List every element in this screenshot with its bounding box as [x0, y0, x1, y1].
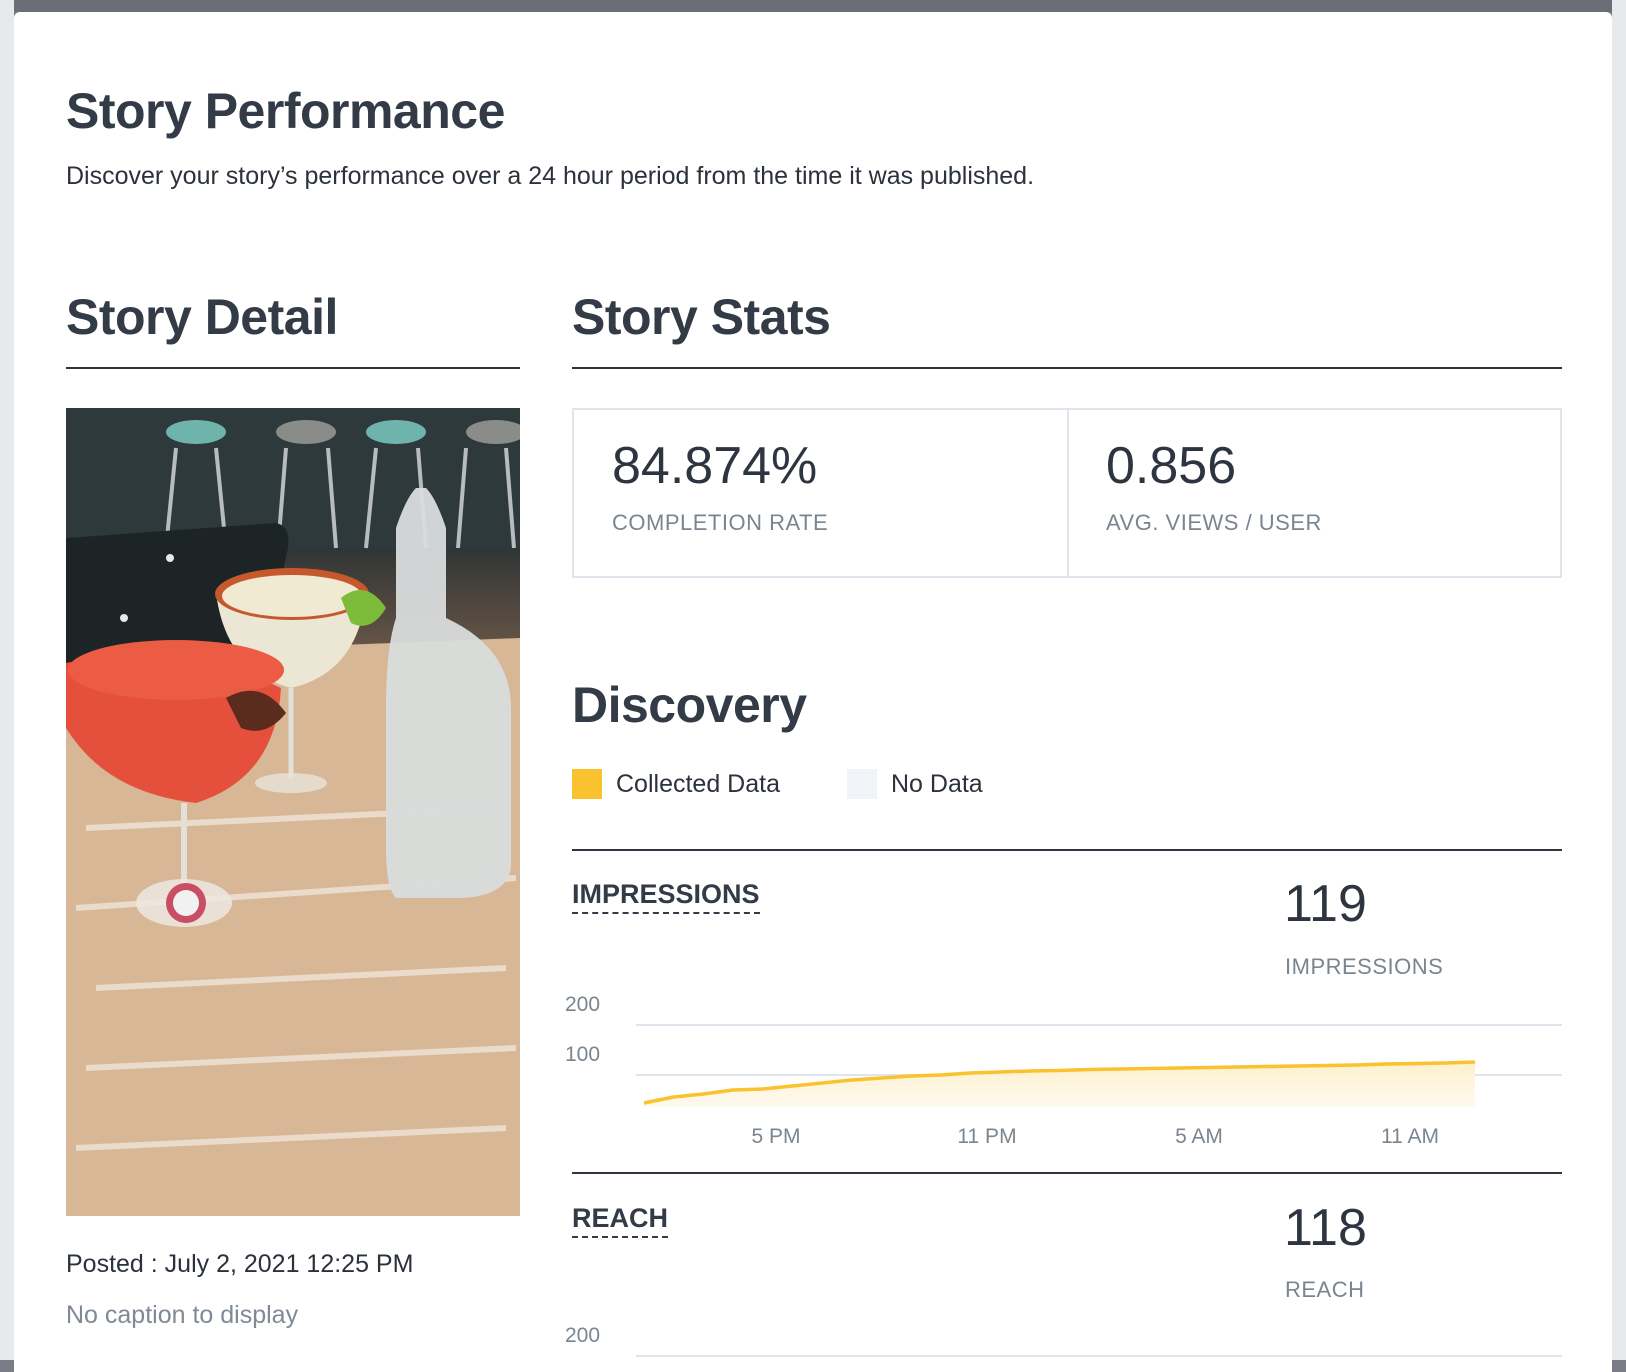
- background-app-right: [1612, 0, 1626, 1360]
- story-photo-illustration: [66, 408, 520, 1216]
- impressions-divider: [572, 849, 1562, 851]
- x-tick-label-1: 11 PM: [957, 1125, 1016, 1148]
- story-stats-heading: Story Stats: [572, 289, 831, 345]
- page-subtitle: Discover your story’s performance over a…: [66, 162, 1035, 190]
- y-tick-label-0: 200: [565, 993, 600, 1016]
- story-photo[interactable]: [66, 408, 520, 1216]
- legend-label-no-data: No Data: [891, 770, 983, 798]
- impressions-chart: 200 100 5 PM 11 PM 5 AM 11 AM: [565, 993, 1562, 1148]
- background-app-left: [0, 0, 14, 1360]
- x-tick-label-2: 5 AM: [1175, 1125, 1223, 1148]
- story-detail-divider: [66, 367, 520, 369]
- legend-label-collected: Collected Data: [616, 770, 780, 798]
- completion-rate-label: COMPLETION RATE: [612, 510, 829, 535]
- discovery-heading: Discovery: [572, 677, 807, 733]
- legend-swatch-collected: [572, 769, 602, 799]
- avg-views-label: AVG. VIEWS / USER: [1106, 510, 1322, 535]
- completion-rate-value: 84.874%: [612, 437, 818, 495]
- posted-date: Posted : July 2, 2021 12:25 PM: [66, 1250, 414, 1278]
- x-tick-label-0: 5 PM: [751, 1125, 800, 1148]
- impressions-value: 119: [1284, 875, 1367, 933]
- story-caption: No caption to display: [66, 1301, 299, 1329]
- story-stats-divider: [572, 367, 1562, 369]
- y-tick-label-1: 100: [565, 1043, 600, 1066]
- x-tick-label-3: 11 AM: [1381, 1125, 1439, 1148]
- reach-value: 118: [1284, 1199, 1367, 1257]
- reach-label: REACH: [1285, 1277, 1365, 1302]
- reach-y-tick-label-0: 200: [565, 1324, 600, 1347]
- reach-metric-title[interactable]: REACH: [572, 1203, 669, 1238]
- stats-summary-card: 84.874% COMPLETION RATE 0.856 AVG. VIEWS…: [572, 408, 1562, 578]
- background-app-top: [0, 0, 1626, 12]
- impressions-metric-title[interactable]: IMPRESSIONS: [572, 879, 760, 914]
- story-performance-modal: Story Performance Discover your story’s …: [14, 12, 1612, 1372]
- story-detail-heading: Story Detail: [66, 289, 338, 345]
- reach-divider: [572, 1172, 1562, 1174]
- avg-views-value: 0.856: [1106, 437, 1237, 495]
- stats-card-divider: [1067, 410, 1069, 576]
- legend-swatch-no-data: [847, 769, 877, 799]
- impressions-label: IMPRESSIONS: [1285, 954, 1444, 979]
- reach-chart: 200: [565, 1324, 1562, 1357]
- page-title: Story Performance: [66, 83, 505, 139]
